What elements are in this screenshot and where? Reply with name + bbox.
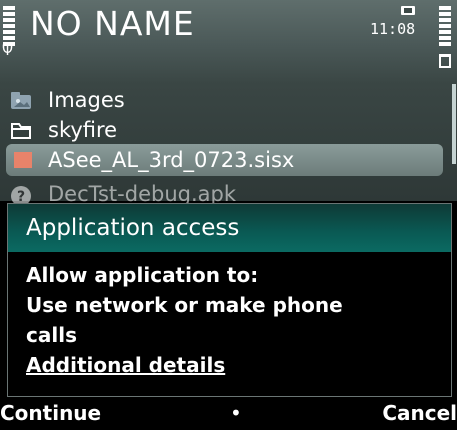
list-item-label: Images: [48, 88, 125, 112]
list-item-label: ASee_AL_3rd_0723.sisx: [48, 148, 295, 172]
dialog-header: Application access: [8, 204, 451, 252]
dialog-body: Allow application to: Use network or mak…: [26, 260, 441, 380]
unknown-file-icon: ?: [11, 186, 31, 204]
cancel-softkey[interactable]: Cancel: [382, 399, 457, 427]
page-title: NO NAME: [30, 4, 195, 43]
softkey-bar: Continue • Cancel: [0, 397, 457, 430]
application-access-dialog: Application access Allow application to:…: [7, 203, 452, 397]
installer-file-icon: [14, 152, 32, 168]
antenna-icon: Ψ: [2, 43, 14, 59]
dialog-prompt: Allow application to:: [26, 263, 259, 287]
continue-softkey[interactable]: Continue: [0, 399, 101, 427]
sim-icon: [401, 6, 415, 15]
dialog-permission-line: calls: [26, 323, 77, 347]
folder-icon: [11, 123, 31, 139]
dialog-permission-line: Use network or make phone: [26, 293, 343, 317]
additional-details-link[interactable]: Additional details: [26, 350, 441, 380]
dialog-title: Application access: [26, 215, 240, 241]
list-item[interactable]: skyfire: [0, 114, 444, 146]
battery-icon: [437, 6, 451, 68]
list-item-label: skyfire: [48, 118, 118, 142]
middle-softkey[interactable]: •: [230, 399, 242, 427]
scrollbar[interactable]: [452, 84, 456, 164]
file-list: Images skyfire ASee_AL_3rd_0723.sisx ? D…: [0, 84, 457, 206]
list-item-selected[interactable]: ASee_AL_3rd_0723.sisx: [6, 144, 443, 176]
clock: 11:08: [370, 20, 416, 38]
list-item[interactable]: Images: [0, 84, 444, 116]
svg-text:?: ?: [17, 189, 25, 204]
image-folder-icon: [11, 92, 31, 109]
status-bar: Ψ NO NAME 11:08: [0, 0, 457, 84]
